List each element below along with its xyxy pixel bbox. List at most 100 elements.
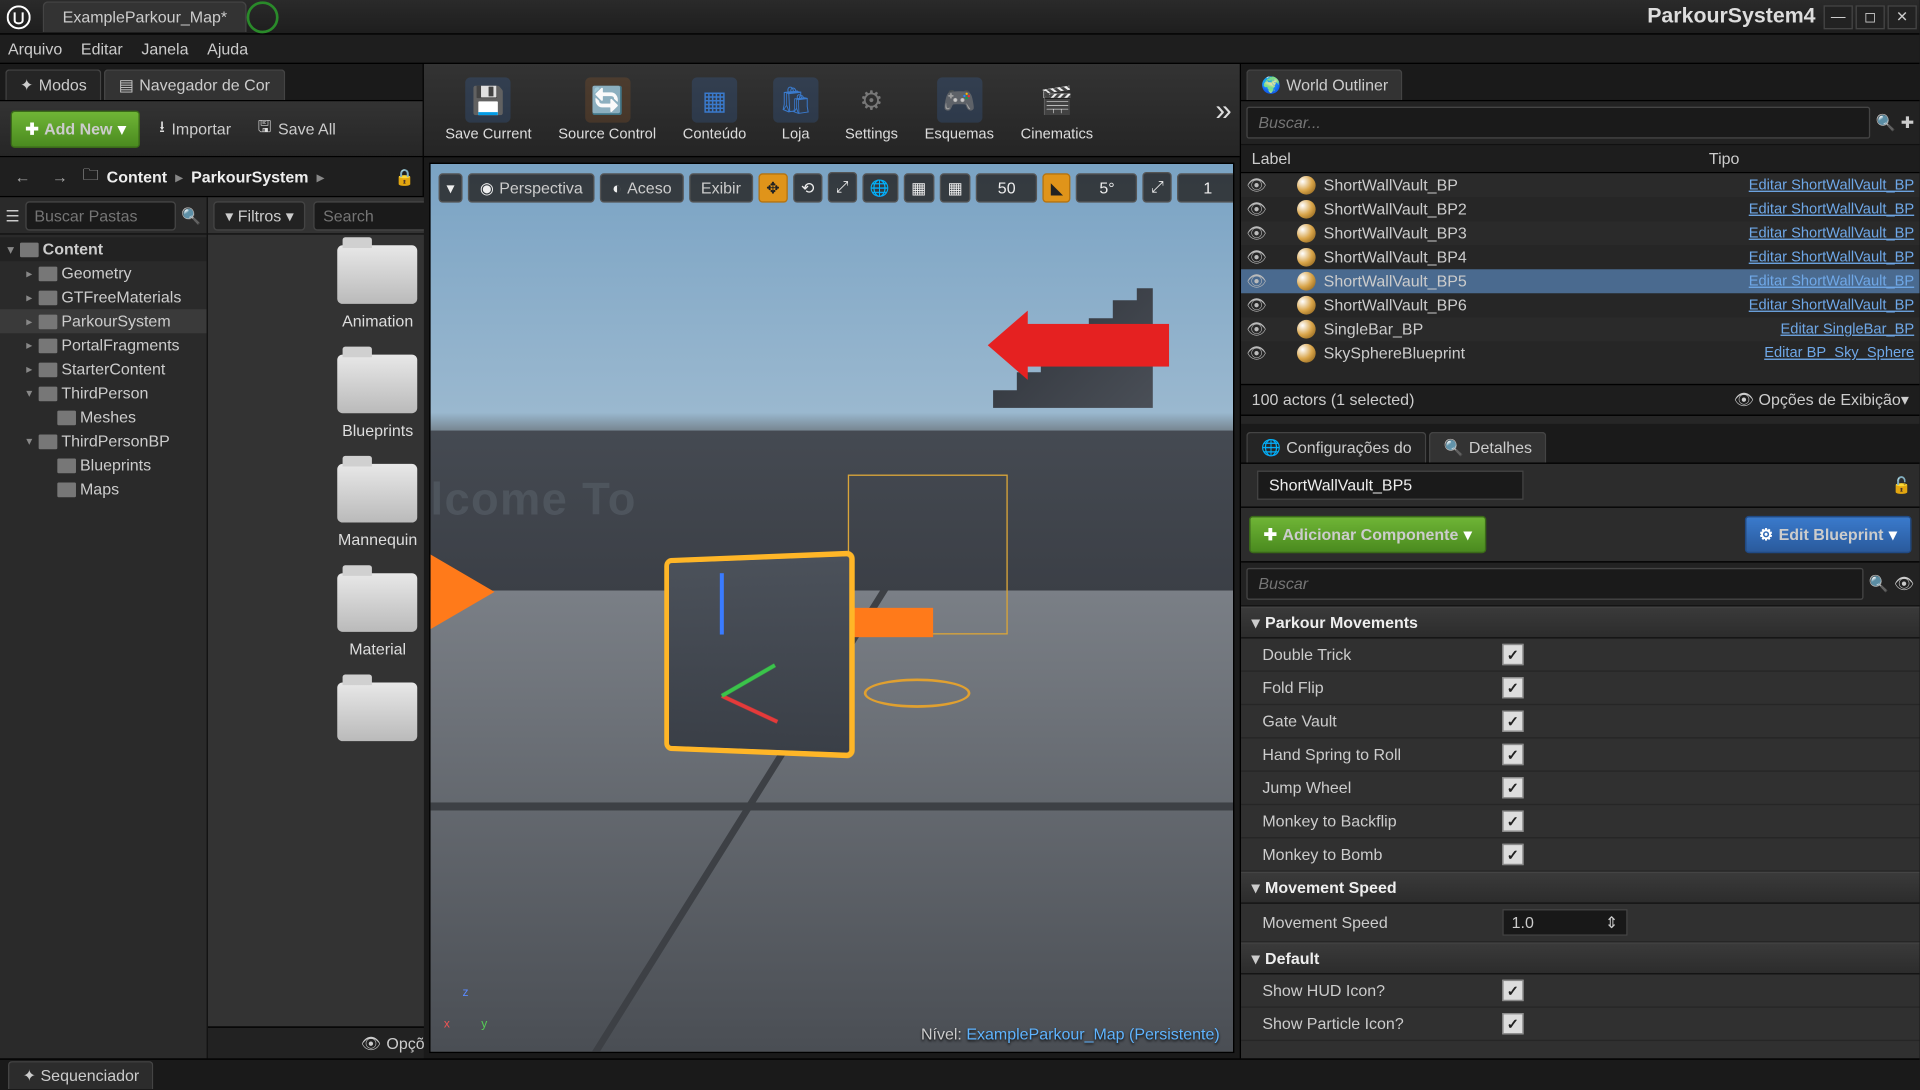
outliner-row[interactable]: 👁SkySphereBlueprintEditar BP_Sky_Sphere (1241, 341, 1919, 365)
type-link[interactable]: Editar ShortWallVault_BP (1749, 273, 1914, 289)
tree-item[interactable]: ▸StarterContent (0, 357, 207, 381)
tree-item[interactable]: Blueprints (0, 453, 207, 477)
type-link[interactable]: Editar ShortWallVault_BP (1749, 201, 1914, 217)
checkbox[interactable]: ✓ (1502, 810, 1523, 831)
checkbox[interactable]: ✓ (1502, 710, 1523, 731)
toolbar-loja-button[interactable]: 🛍Loja (760, 64, 832, 156)
type-link[interactable]: Editar ShortWallVault_BP (1749, 177, 1914, 193)
tree-item[interactable]: ▸GTFreeMaterials (0, 285, 207, 309)
edit-blueprint-button[interactable]: ⚙ Edit Blueprint▾ (1744, 516, 1911, 553)
section-header[interactable]: ▾Parkour Movements (1241, 607, 1919, 639)
tree-search-input[interactable] (25, 201, 176, 230)
level-tab[interactable]: ExampleParkour_Map* (43, 1, 247, 32)
tab-world-settings[interactable]: 🌐 Configurações do (1246, 432, 1426, 463)
vp-surfsnap-button[interactable]: ▦ (903, 173, 934, 202)
menu-file[interactable]: Arquivo (8, 39, 62, 58)
outliner-view-options[interactable]: 👁 Opções de Exibição▾ (1734, 391, 1909, 410)
visibility-icon[interactable]: 👁 (1246, 344, 1265, 363)
tree-item[interactable]: ▸ParkourSystem (0, 309, 207, 333)
nav-fwd-button[interactable]: → (45, 162, 74, 191)
outliner-search-input[interactable] (1246, 107, 1870, 139)
vp-perspective-button[interactable]: ◉ Perspectiva (468, 173, 595, 202)
vp-gridsize-input[interactable] (976, 173, 1037, 202)
visibility-icon[interactable]: 👁 (1246, 296, 1265, 315)
nav-back-button[interactable]: ← (8, 162, 37, 191)
add-component-button[interactable]: ✚ Adicionar Componente ▾ (1249, 516, 1486, 553)
visibility-icon[interactable]: 👁 (1246, 248, 1265, 267)
lock-icon[interactable]: 🔒 (395, 167, 415, 186)
menu-window[interactable]: Janela (141, 39, 188, 58)
type-link[interactable]: Editar BP_Sky_Sphere (1764, 345, 1914, 361)
vp-scalesize-input[interactable] (1177, 173, 1234, 202)
number-input[interactable]: 1.0⇕ (1502, 909, 1627, 936)
toolbar-conteúdo-button[interactable]: ▦Conteúdo (669, 64, 759, 156)
section-header[interactable]: ▾Default (1241, 942, 1919, 974)
menu-help[interactable]: Ajuda (207, 39, 248, 58)
vp-scale-button[interactable]: ⤢ (828, 172, 857, 203)
tree-item[interactable]: ▸PortalFragments (0, 333, 207, 357)
minimize-button[interactable]: — (1824, 5, 1853, 29)
close-button[interactable]: ✕ (1888, 5, 1917, 29)
tree-item[interactable]: ▾Content (0, 237, 207, 261)
tab-details[interactable]: 🔍 Detalhes (1429, 432, 1547, 463)
filters-button[interactable]: ▾ Filtros ▾ (213, 201, 305, 230)
tab-sequencer[interactable]: ✦ Sequenciador (8, 1061, 154, 1089)
checkbox[interactable]: ✓ (1502, 980, 1523, 1001)
col-label[interactable]: Label (1252, 149, 1709, 168)
tree-item[interactable]: Maps (0, 477, 207, 501)
vp-anglesnap-button[interactable]: ◣ (1043, 173, 1071, 202)
toolbar-cinematics-button[interactable]: 🎬Cinematics (1007, 64, 1106, 156)
vp-rotate-button[interactable]: ⟲ (793, 173, 822, 202)
vp-translate-button[interactable]: ✥ (758, 173, 787, 202)
tree-item[interactable]: ▸Geometry (0, 261, 207, 285)
checkbox[interactable]: ✓ (1502, 777, 1523, 798)
outliner-row[interactable]: 👁ShortWallVault_BP6Editar ShortWallVault… (1241, 293, 1919, 317)
type-link[interactable]: Editar ShortWallVault_BP (1749, 249, 1914, 265)
add-new-button[interactable]: ✚ Add New ▾ (11, 110, 141, 147)
col-type[interactable]: Tipo (1709, 149, 1909, 168)
checkbox[interactable]: ✓ (1502, 1013, 1523, 1034)
visibility-icon[interactable]: 👁 (1246, 176, 1265, 195)
import-button[interactable]: ⭳ Importar (151, 109, 239, 148)
vp-anglesize-input[interactable] (1076, 173, 1137, 202)
vp-show-button[interactable]: Exibir (689, 173, 753, 202)
save-all-button[interactable]: 🖫 Save All (250, 109, 344, 148)
visibility-icon[interactable]: 👁 (1246, 224, 1265, 243)
vp-gridsnap-button[interactable]: ▦ (940, 173, 971, 202)
vp-menu-button[interactable]: ▾ (439, 173, 463, 202)
crumb-content[interactable]: Content (107, 167, 167, 186)
menu-edit[interactable]: Editar (81, 39, 123, 58)
visibility-icon[interactable]: 👁 (1246, 200, 1265, 219)
visibility-icon[interactable]: 👁 (1246, 272, 1265, 291)
outliner-row[interactable]: 👁ShortWallVault_BPEditar ShortWallVault_… (1241, 173, 1919, 197)
outliner-row[interactable]: 👁SingleBar_BPEditar SingleBar_BP (1241, 317, 1919, 341)
maximize-button[interactable]: ◻ (1856, 5, 1885, 29)
toolbar-overflow-button[interactable]: » (1215, 93, 1231, 128)
visibility-icon[interactable]: 👁 (1246, 320, 1265, 339)
outliner-row[interactable]: 👁ShortWallVault_BP2Editar ShortWallVault… (1241, 197, 1919, 221)
scene-selected-actor[interactable] (664, 551, 854, 759)
tree-toggle-icon[interactable]: ☰ (5, 206, 19, 225)
tab-modes[interactable]: ✦ Modos (5, 69, 101, 100)
add-filter-icon[interactable]: ✚ (1901, 113, 1914, 132)
viewport[interactable]: lcome To ▾ ◉ Perspectiva ◐ Aceso Exibir … (429, 163, 1234, 1053)
type-link[interactable]: Editar ShortWallVault_BP (1749, 225, 1914, 241)
type-link[interactable]: Editar SingleBar_BP (1781, 321, 1915, 337)
outliner-row[interactable]: 👁ShortWallVault_BP4Editar ShortWallVault… (1241, 245, 1919, 269)
tab-content-browser[interactable]: ▤ Navegador de Cor (104, 69, 284, 100)
vp-lit-button[interactable]: ◐ Aceso (600, 173, 683, 202)
toolbar-save-current-button[interactable]: 💾Save Current (432, 64, 545, 156)
crumb-parkour[interactable]: ParkourSystem (191, 167, 308, 186)
toolbar-source-control-button[interactable]: 🔄Source Control (545, 64, 669, 156)
tree-item[interactable]: Meshes (0, 405, 207, 429)
toolbar-esquemas-button[interactable]: 🎮Esquemas (911, 64, 1007, 156)
checkbox[interactable]: ✓ (1502, 677, 1523, 698)
outliner-row[interactable]: 👁ShortWallVault_BP3Editar ShortWallVault… (1241, 221, 1919, 245)
tab-world-outliner[interactable]: 🌍 World Outliner (1246, 69, 1403, 100)
tree-item[interactable]: ▾ThirdPersonBP (0, 429, 207, 453)
toolbar-settings-button[interactable]: ⚙Settings (832, 64, 912, 156)
actor-name-input[interactable] (1257, 471, 1524, 500)
section-header[interactable]: ▾Movement Speed (1241, 872, 1919, 904)
vp-scalesnap-button[interactable]: ⤢ (1143, 172, 1172, 203)
type-link[interactable]: Editar ShortWallVault_BP (1749, 297, 1914, 313)
